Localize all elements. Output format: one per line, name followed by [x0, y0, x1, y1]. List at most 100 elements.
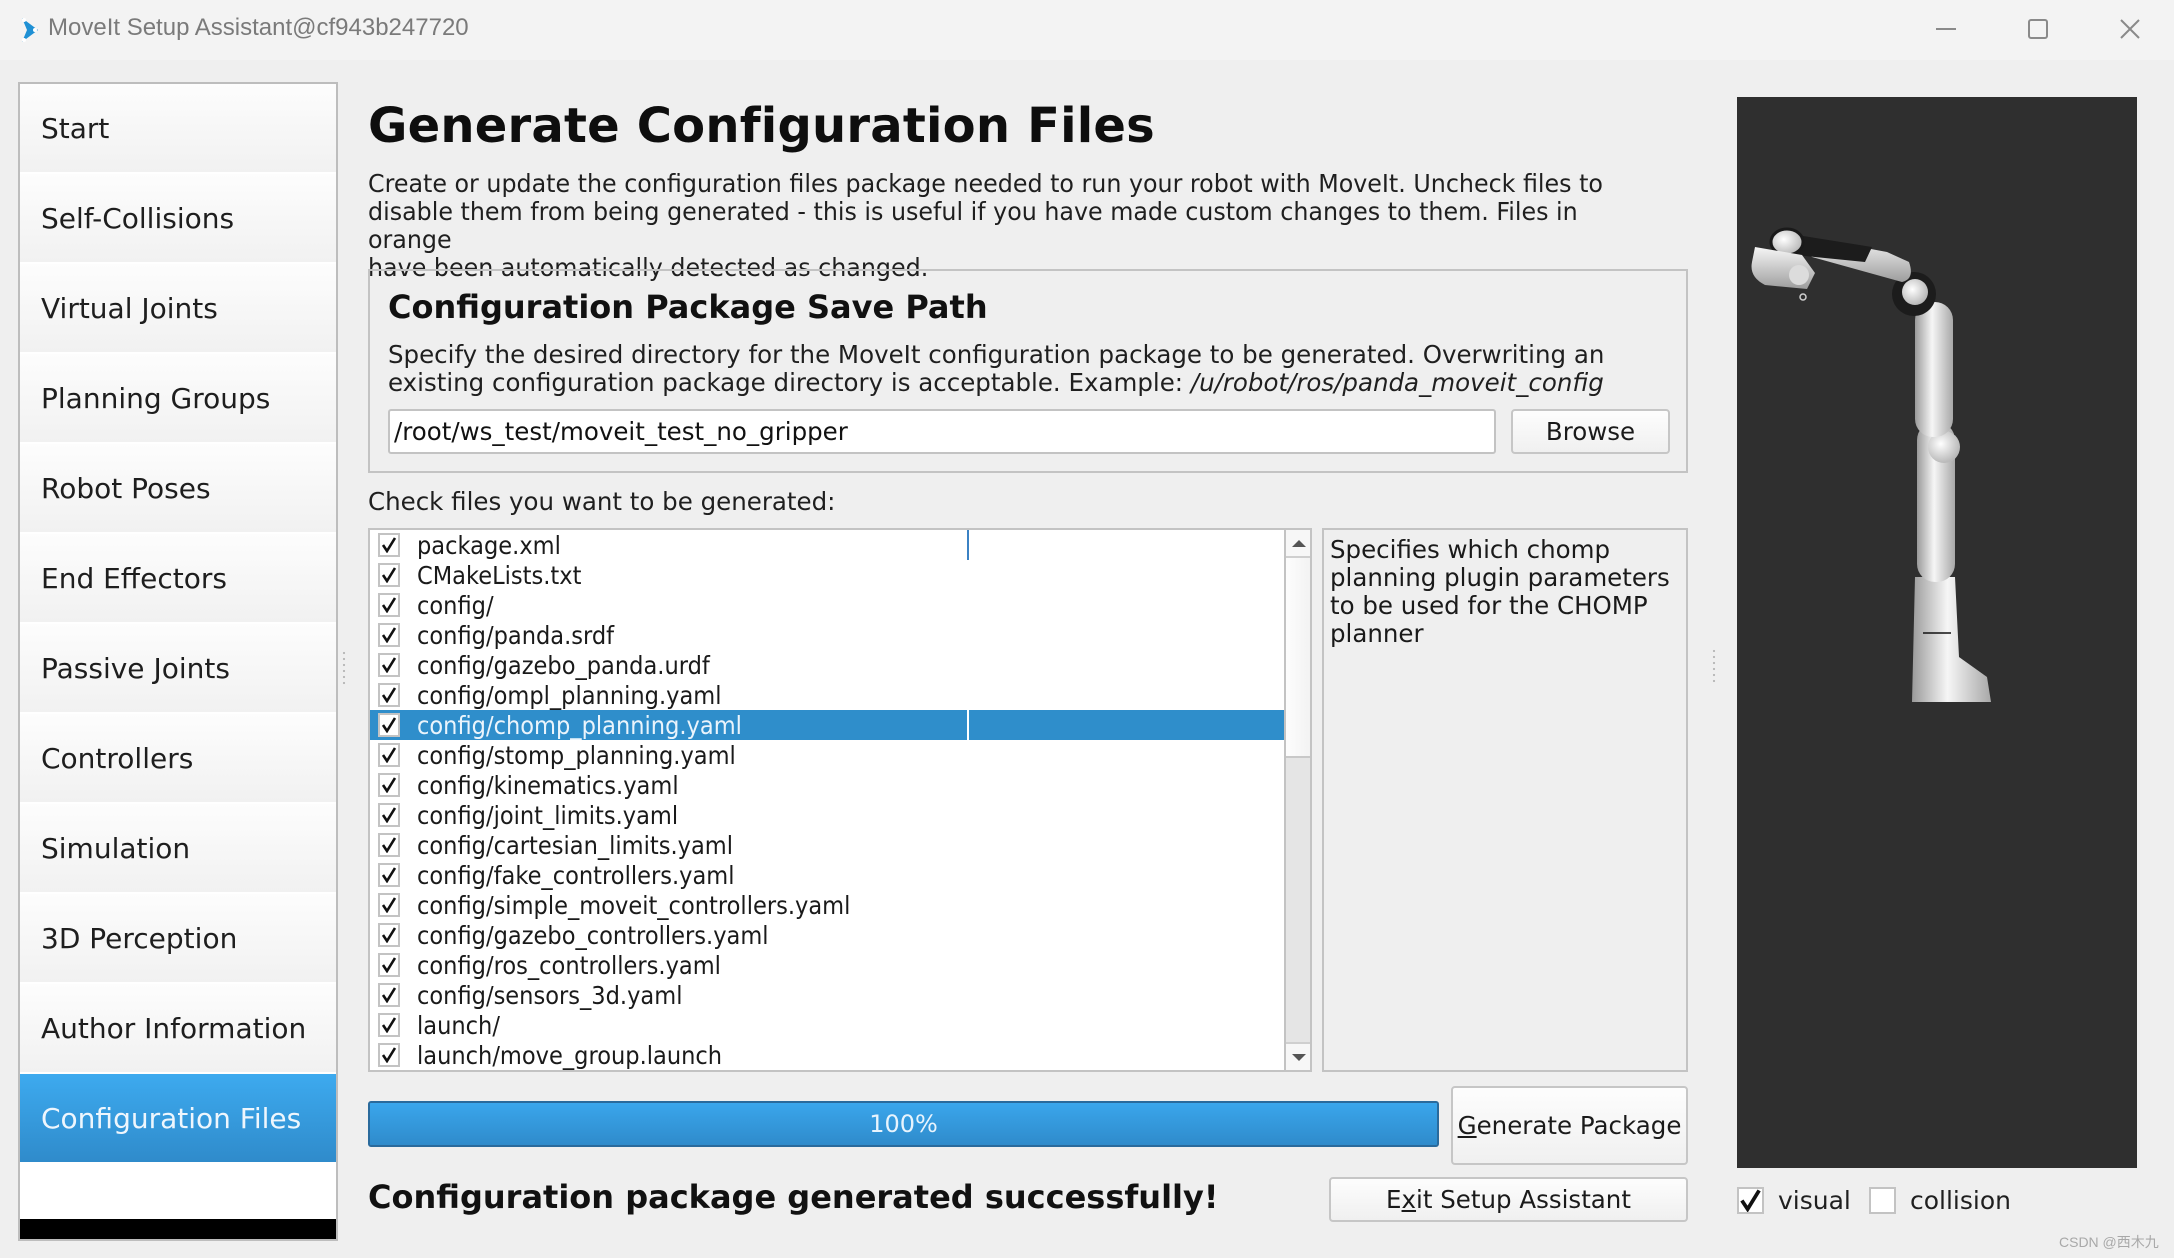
sidebar-item-label: Robot Poses: [41, 471, 211, 505]
file-checkbox[interactable]: [378, 923, 400, 947]
file-row[interactable]: config/cartesian_limits.yaml: [370, 830, 1284, 860]
file-checkbox[interactable]: [378, 1013, 400, 1037]
page-title: Generate Configuration Files: [368, 98, 1155, 154]
file-row[interactable]: config/: [370, 590, 1284, 620]
file-name: config/gazebo_panda.urdf: [417, 650, 710, 680]
exit-label-start: E: [1386, 1185, 1402, 1214]
file-row[interactable]: config/stomp_planning.yaml: [370, 740, 1284, 770]
checkmark-icon: [381, 747, 397, 763]
moveit-logo-icon: [22, 18, 38, 42]
visual-checkbox-box[interactable]: [1737, 1187, 1764, 1214]
file-row[interactable]: config/panda.srdf: [370, 620, 1284, 650]
generate-mnemonic: G: [1457, 1111, 1477, 1140]
file-row[interactable]: launch/: [370, 1010, 1284, 1040]
sidebar-item-label: End Effectors: [41, 561, 227, 595]
file-checkbox[interactable]: [378, 713, 400, 737]
scroll-down-button[interactable]: [1286, 1042, 1310, 1070]
sidebar-item-3d-perception[interactable]: 3D Perception: [20, 894, 336, 982]
sidebar-item-label: Simulation: [41, 831, 191, 865]
sidebar-item-label: Virtual Joints: [41, 291, 218, 325]
file-checkbox[interactable]: [378, 563, 400, 587]
collision-checkbox[interactable]: collision: [1869, 1186, 2011, 1215]
file-checkbox[interactable]: [378, 983, 400, 1007]
file-row[interactable]: package.xml: [370, 530, 1284, 560]
file-row[interactable]: config/gazebo_controllers.yaml: [370, 920, 1284, 950]
sidebar-item-author-information[interactable]: Author Information: [20, 984, 336, 1072]
file-checkbox[interactable]: [378, 893, 400, 917]
file-row[interactable]: config/joint_limits.yaml: [370, 800, 1284, 830]
generate-package-button[interactable]: Generate Package: [1451, 1086, 1688, 1165]
splitter-handle[interactable]: [1712, 648, 1716, 684]
file-checkbox[interactable]: [378, 773, 400, 797]
status-message: Configuration package generated successf…: [368, 1178, 1219, 1216]
sidebar-item-passive-joints[interactable]: Passive Joints: [20, 624, 336, 712]
file-list: package.xml CMakeLists.txt config/config/p…: [368, 528, 1312, 1072]
file-name: CMakeLists.txt: [417, 560, 582, 590]
file-checkbox[interactable]: [378, 683, 400, 707]
file-list-scrollbar[interactable]: [1284, 530, 1310, 1070]
browse-button[interactable]: Browse: [1511, 409, 1670, 454]
sidebar-item-planning-groups[interactable]: Planning Groups: [20, 354, 336, 442]
checkmark-icon: [381, 987, 397, 1003]
sidebar-item-label: 3D Perception: [41, 921, 238, 955]
file-name: config/simple_moveit_controllers.yaml: [417, 890, 851, 920]
window-title: MoveIt Setup Assistant@cf943b247720: [48, 14, 469, 41]
checkmark-icon: [381, 1017, 397, 1033]
title-bar: MoveIt Setup Assistant@cf943b247720: [0, 0, 2174, 60]
file-checkbox[interactable]: [378, 803, 400, 827]
checkmark-icon: [381, 717, 397, 733]
file-checkbox[interactable]: [378, 623, 400, 647]
arrow-up-icon: [1292, 539, 1306, 547]
file-row[interactable]: config/sensors_3d.yaml: [370, 980, 1284, 1010]
file-row[interactable]: config/gazebo_panda.urdf: [370, 650, 1284, 680]
save-path-description-line2: existing configuration package directory…: [388, 369, 1604, 397]
file-row[interactable]: config/ros_controllers.yaml: [370, 950, 1284, 980]
file-checkbox[interactable]: [378, 743, 400, 767]
files-label: Check files you want to be generated:: [368, 487, 836, 516]
file-row[interactable]: CMakeLists.txt: [370, 560, 1284, 590]
file-row[interactable]: launch/move_group.launch: [370, 1040, 1284, 1070]
splitter-handle[interactable]: [342, 650, 346, 686]
save-path-group: Configuration Package Save Path Specify …: [368, 269, 1688, 473]
file-row[interactable]: config/ompl_planning.yaml: [370, 680, 1284, 710]
maximize-button[interactable]: [2008, 10, 2068, 48]
file-checkbox[interactable]: [378, 1043, 400, 1067]
sidebar-item-virtual-joints[interactable]: Virtual Joints: [20, 264, 336, 352]
file-checkbox[interactable]: [378, 533, 400, 557]
file-row[interactable]: config/chomp_planning.yaml: [370, 710, 1284, 740]
robot-3d-viewer[interactable]: [1737, 97, 2137, 1168]
save-path-input[interactable]: [388, 409, 1496, 454]
sidebar-item-start[interactable]: Start: [20, 84, 336, 172]
file-checkbox[interactable]: [378, 953, 400, 977]
sidebar-item-label: Self-Collisions: [41, 201, 235, 235]
save-path-description-text: existing configuration package directory…: [388, 368, 1191, 397]
file-row[interactable]: config/kinematics.yaml: [370, 770, 1284, 800]
sidebar-item-label: Planning Groups: [41, 381, 271, 415]
collision-checkbox-box[interactable]: [1869, 1187, 1896, 1214]
file-description-pane: Specifies which chomp planning plugin pa…: [1322, 528, 1688, 1072]
exit-setup-assistant-button[interactable]: Ex it Setup Assistant: [1329, 1177, 1688, 1222]
file-checkbox[interactable]: [378, 833, 400, 857]
file-row[interactable]: config/simple_moveit_controllers.yaml: [370, 890, 1284, 920]
visual-checkbox[interactable]: visual: [1737, 1186, 1851, 1215]
file-row[interactable]: config/fake_controllers.yaml: [370, 860, 1284, 890]
sidebar-item-configuration-files[interactable]: Configuration Files: [20, 1074, 336, 1162]
scrollbar-thumb[interactable]: [1286, 558, 1310, 758]
file-name: config/cartesian_limits.yaml: [417, 830, 733, 860]
file-name: launch/move_group.launch: [417, 1040, 723, 1070]
scroll-up-button[interactable]: [1286, 530, 1310, 558]
sidebar-item-end-effectors[interactable]: End Effectors: [20, 534, 336, 622]
close-button[interactable]: [2100, 10, 2160, 48]
minimize-button[interactable]: [1916, 10, 1976, 48]
sidebar-item-controllers[interactable]: Controllers: [20, 714, 336, 802]
checkmark-icon: [1740, 1189, 1761, 1212]
sidebar-item-self-collisions[interactable]: Self-Collisions: [20, 174, 336, 262]
maximize-icon: [2028, 19, 2048, 39]
sidebar-item-robot-poses[interactable]: Robot Poses: [20, 444, 336, 532]
progress-bar: 100%: [368, 1101, 1439, 1147]
save-path-description: Specify the desired directory for the Mo…: [388, 341, 1604, 397]
file-checkbox[interactable]: [378, 653, 400, 677]
file-checkbox[interactable]: [378, 593, 400, 617]
file-checkbox[interactable]: [378, 863, 400, 887]
sidebar-item-simulation[interactable]: Simulation: [20, 804, 336, 892]
